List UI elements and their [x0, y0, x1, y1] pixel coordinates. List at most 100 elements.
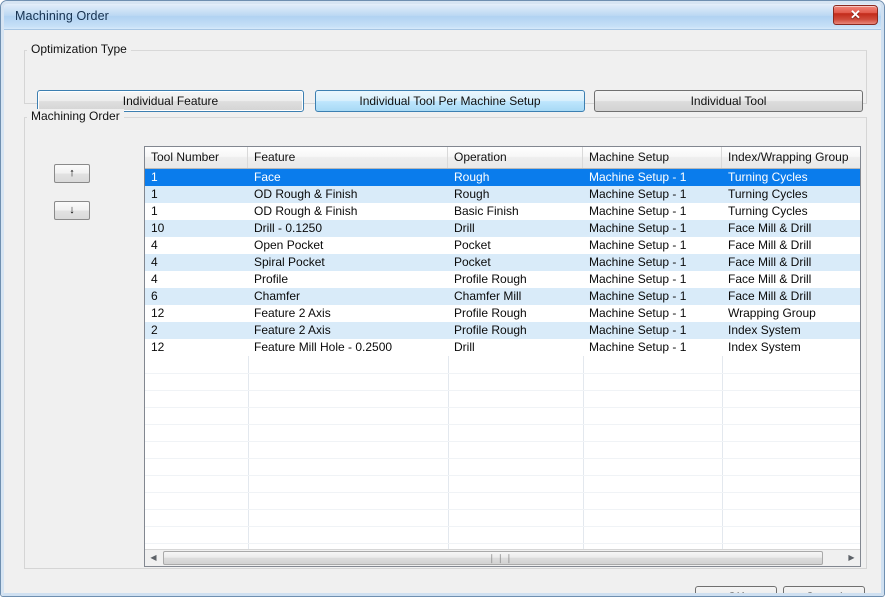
table-row[interactable]: 12 Feature Mill Hole - 0.2500 Drill Machine… — [145, 339, 860, 356]
table-cell-feature: Open Pocket — [254, 238, 324, 252]
table-cell-feature: Chamfer — [254, 289, 301, 303]
table-cell-tool-number: 6 — [151, 289, 158, 303]
cancel-button[interactable]: Cancel — [783, 586, 865, 596]
table-row[interactable]: 4 Profile Profile Rough Machine Setup - 1 Fa… — [145, 271, 860, 288]
grid-row-divider — [145, 458, 860, 459]
horizontal-scrollbar[interactable]: ◀ ❘❘❘ ▶ — [145, 549, 860, 566]
ok-button[interactable]: OK — [695, 586, 777, 596]
table-cell-index-group: Index System — [728, 323, 801, 337]
machining-order-label: Machining Order — [27, 109, 124, 123]
move-down-button[interactable]: ↓ — [54, 201, 90, 220]
grid-header-row: Tool Number Feature Operation Machine Setup… — [145, 147, 860, 169]
table-cell-index-group: Turning Cycles — [728, 187, 808, 201]
table-row[interactable]: 4 Spiral Pocket Pocket Machine Setup - 1 Fac… — [145, 254, 860, 271]
table-row[interactable]: 12 Feature 2 Axis Profile Rough Machine Set… — [145, 305, 860, 322]
table-cell-machine-setup: Machine Setup - 1 — [589, 340, 687, 354]
table-cell-tool-number: 1 — [151, 170, 158, 184]
close-button[interactable]: ✕ — [833, 5, 878, 25]
table-cell-operation: Drill — [454, 221, 475, 235]
table-cell-feature: Feature 2 Axis — [254, 306, 331, 320]
table-row[interactable]: 6 Chamfer Chamfer Mill Machine Setup - 1 Fac… — [145, 288, 860, 305]
grid-column-divider — [448, 356, 449, 550]
table-row[interactable]: 4 Open Pocket Pocket Machine Setup - 1 Face … — [145, 237, 860, 254]
table-cell-tool-number: 1 — [151, 204, 158, 218]
table-cell-machine-setup: Machine Setup - 1 — [589, 221, 687, 235]
optimization-button-individual-tool[interactable]: Individual Tool — [594, 90, 863, 112]
arrow-up-icon: ↑ — [69, 167, 75, 179]
table-cell-machine-setup: Machine Setup - 1 — [589, 289, 687, 303]
grid-row-divider — [145, 441, 860, 442]
table-cell-feature: Profile — [254, 272, 289, 286]
table-cell-operation: Chamfer Mill — [454, 289, 522, 303]
table-row[interactable]: 10 Drill - 0.1250 Drill Machine Setup - 1 Fa… — [145, 220, 860, 237]
grid-column-header[interactable]: Machine Setup — [583, 147, 722, 168]
scroll-right-arrow-icon[interactable]: ▶ — [843, 550, 860, 566]
scroll-left-arrow-icon[interactable]: ◀ — [145, 550, 162, 566]
grid-column-header[interactable]: Operation — [448, 147, 583, 168]
table-cell-feature: Face — [254, 170, 281, 184]
scrollbar-thumb[interactable]: ❘❘❘ — [163, 551, 823, 565]
grid-row-divider — [145, 526, 860, 527]
optimization-type-label: Optimization Type — [27, 42, 131, 56]
grid-row-divider — [145, 475, 860, 476]
table-cell-index-group: Wrapping Group — [728, 306, 816, 320]
table-cell-machine-setup: Machine Setup - 1 — [589, 255, 687, 269]
table-cell-machine-setup: Machine Setup - 1 — [589, 238, 687, 252]
table-cell-operation: Pocket — [454, 238, 491, 252]
grid-empty-area[interactable] — [145, 356, 860, 550]
machining-order-dialog: Machining Order ✕ Optimization Type Indi… — [0, 0, 885, 597]
table-cell-machine-setup: Machine Setup - 1 — [589, 323, 687, 337]
optimization-button-individual-tool-per-machine-setup[interactable]: Individual Tool Per Machine Setup — [315, 90, 585, 112]
table-cell-tool-number: 10 — [151, 221, 165, 235]
table-cell-index-group: Face Mill & Drill — [728, 289, 812, 303]
grid-row-divider — [145, 390, 860, 391]
table-cell-index-group: Face Mill & Drill — [728, 272, 812, 286]
table-cell-machine-setup: Machine Setup - 1 — [589, 187, 687, 201]
title-bar: Machining Order ✕ — [4, 3, 881, 30]
grid-row-divider — [145, 492, 860, 493]
grid-row-divider — [145, 424, 860, 425]
table-cell-index-group: Face Mill & Drill — [728, 255, 812, 269]
grid-column-header[interactable]: Tool Number — [145, 147, 248, 168]
table-cell-index-group: Face Mill & Drill — [728, 238, 812, 252]
table-cell-tool-number: 4 — [151, 238, 158, 252]
grid-body[interactable]: 1 Face Rough Machine Setup - 1 Turning Cycle… — [145, 169, 860, 550]
table-row[interactable]: 1 Face Rough Machine Setup - 1 Turning Cycle… — [145, 169, 860, 186]
table-cell-tool-number: 2 — [151, 323, 158, 337]
grid-column-header[interactable]: Index/Wrapping Group — [722, 147, 860, 168]
window-title: Machining Order — [15, 9, 109, 23]
move-up-button[interactable]: ↑ — [54, 164, 90, 183]
table-cell-index-group: Turning Cycles — [728, 204, 808, 218]
table-cell-tool-number: 1 — [151, 187, 158, 201]
grid-column-divider — [722, 356, 723, 550]
table-row[interactable]: 1 OD Rough & Finish Basic Finish Machine Se… — [145, 203, 860, 220]
table-cell-tool-number: 4 — [151, 272, 158, 286]
table-cell-feature: Feature Mill Hole - 0.2500 — [254, 340, 393, 354]
grid-column-header[interactable]: Feature — [248, 147, 448, 168]
table-cell-operation: Profile Rough — [454, 306, 527, 320]
grid-row-divider — [145, 543, 860, 544]
table-cell-feature: Feature 2 Axis — [254, 323, 331, 337]
table-cell-feature: Spiral Pocket — [254, 255, 325, 269]
grid-column-divider — [248, 356, 249, 550]
table-cell-machine-setup: Machine Setup - 1 — [589, 306, 687, 320]
table-cell-index-group: Face Mill & Drill — [728, 221, 812, 235]
table-cell-operation: Drill — [454, 340, 475, 354]
table-cell-feature: Drill - 0.1250 — [254, 221, 323, 235]
table-cell-operation: Profile Rough — [454, 323, 527, 337]
table-cell-feature: OD Rough & Finish — [254, 187, 358, 201]
machining-order-grid[interactable]: Tool Number Feature Operation Machine Setup… — [144, 146, 861, 567]
table-row[interactable]: 2 Feature 2 Axis Profile Rough Machine Setu… — [145, 322, 860, 339]
grid-row-divider — [145, 509, 860, 510]
table-cell-machine-setup: Machine Setup - 1 — [589, 272, 687, 286]
table-cell-tool-number: 4 — [151, 255, 158, 269]
grid-column-divider — [583, 356, 584, 550]
table-cell-tool-number: 12 — [151, 340, 165, 354]
grid-row-divider — [145, 373, 860, 374]
dialog-client-area: Optimization Type Individual Feature Ind… — [4, 30, 881, 596]
table-cell-operation: Profile Rough — [454, 272, 527, 286]
table-cell-operation: Rough — [454, 170, 490, 184]
arrow-down-icon: ↓ — [69, 204, 75, 216]
table-row[interactable]: 1 OD Rough & Finish Rough Machine Setup - 1… — [145, 186, 860, 203]
table-cell-index-group: Index System — [728, 340, 801, 354]
